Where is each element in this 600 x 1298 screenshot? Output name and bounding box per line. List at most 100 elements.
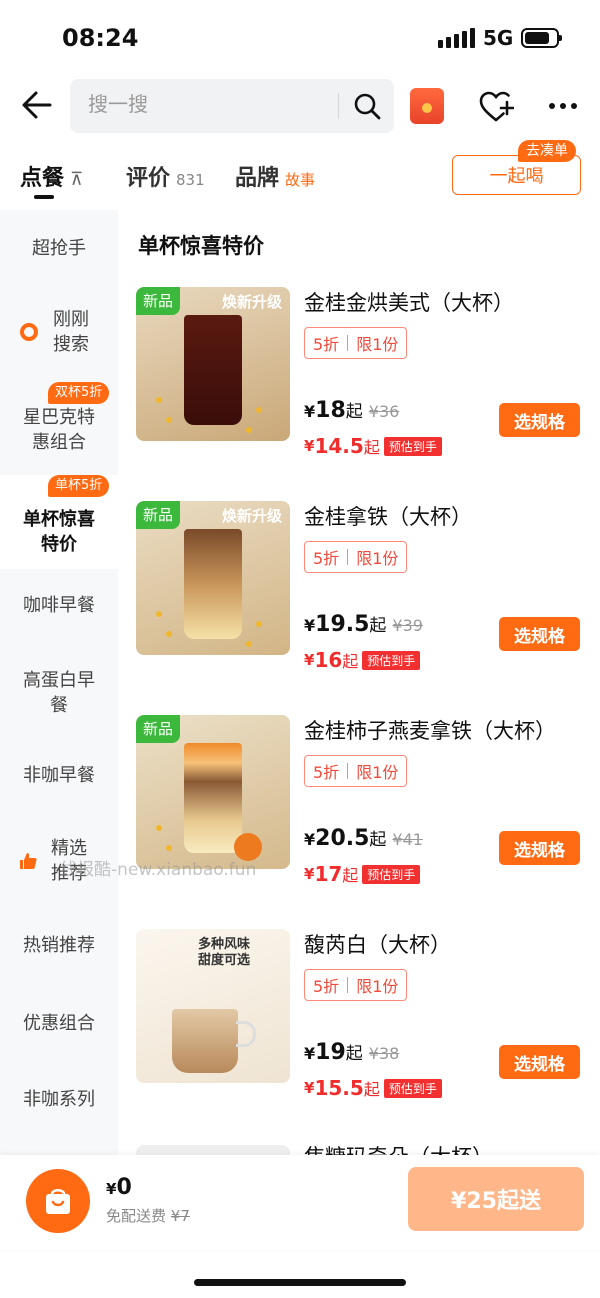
tab-reviews-label: 评价 xyxy=(126,166,171,191)
sidebar-item-combo[interactable]: 双杯5折 星巴克特 惠组合 xyxy=(0,382,118,470)
sidebar-item-noncoffee-breakfast[interactable]: 非咖早餐 xyxy=(0,740,118,810)
favorite-add-icon[interactable] xyxy=(478,90,514,124)
sidebar-item-noncoffee[interactable]: 非咖系列 xyxy=(0,1064,118,1134)
more-icon[interactable] xyxy=(548,98,578,114)
sidebar-item-label: 非咖系列 xyxy=(23,1088,95,1110)
recent-search-icon xyxy=(20,323,38,341)
tab-brand-label: 品牌 xyxy=(235,166,280,191)
product-image[interactable]: 多种风味 甜度可选 xyxy=(136,929,290,1083)
select-spec-button[interactable]: 选规格 xyxy=(499,617,580,651)
estimated-tag: 预估到手 xyxy=(362,650,421,670)
discount-tag: 5折 限1份 xyxy=(304,327,408,359)
checkout-button[interactable]: ¥25起送 xyxy=(408,1167,584,1231)
sidebar-item-hot[interactable]: 超抢手 xyxy=(0,210,118,286)
product-price: ¥18起 ¥36 xyxy=(304,398,400,423)
sidebar-item-label: 优惠组合 xyxy=(23,1012,95,1034)
app-screen: 08:24 5G 点餐 ⊼ 评价 831 品牌 故事 xyxy=(0,0,600,1298)
sidebar-item-label: 咖啡早餐 xyxy=(23,594,95,616)
new-tag: 新品 xyxy=(136,287,181,315)
product-price: ¥19.5起 ¥39 xyxy=(304,612,423,637)
product-name: 馥芮白（大杯） xyxy=(304,933,451,957)
product-price: ¥20.5起 ¥41 xyxy=(304,826,423,851)
estimated-price: ¥15.5 起预估到手 xyxy=(304,1076,442,1100)
product-name-partial: 焦糖玛奇朵（大杯） xyxy=(304,1141,493,1155)
sidebar-item-label: 非咖早餐 xyxy=(23,764,95,786)
drink-cup xyxy=(184,743,242,853)
battery-icon xyxy=(521,28,563,48)
product-name: 金桂拿铁（大杯） xyxy=(304,505,472,529)
sidebar-item-recent-search[interactable]: 刚刚 搜索 xyxy=(0,300,118,364)
sidebar-item-label: 单杯惊喜 特价 xyxy=(23,509,95,555)
sidebar-item-protein-breakfast[interactable]: 高蛋白早 餐 xyxy=(0,658,118,728)
tab-active-indicator xyxy=(34,195,54,199)
search-icon[interactable] xyxy=(353,92,381,120)
product-image[interactable]: 新品 焕新升级 xyxy=(136,501,290,655)
watermark: 线报酷-new.xianbao.fun xyxy=(60,860,257,880)
discount-tag: 5折 限1份 xyxy=(304,969,408,1001)
discount-label: 5折 xyxy=(313,763,340,782)
mug-graphic xyxy=(172,1009,238,1073)
limit-label: 限1份 xyxy=(356,335,399,354)
tab-order[interactable]: 点餐 ⊼ xyxy=(20,160,83,192)
status-indicators: 5G xyxy=(438,26,563,50)
select-spec-button[interactable]: 选规格 xyxy=(499,403,580,437)
network-type: 5G xyxy=(483,26,514,50)
sidebar-badge: 单杯5折 xyxy=(48,475,110,497)
upgrade-tag: 焕新升级 xyxy=(221,507,282,525)
category-sidebar: 超抢手 刚刚 搜索 双杯5折 星巴克特 惠组合 单杯5折 单杯惊喜 特价 咖啡早… xyxy=(0,210,118,1155)
upgrade-tag: 焕新升级 xyxy=(221,293,282,311)
sidebar-item-bestseller[interactable]: 热销推荐 xyxy=(0,910,118,980)
mug-handle xyxy=(236,1021,256,1047)
search-bar[interactable] xyxy=(70,79,394,133)
limit-label: 限1份 xyxy=(356,549,399,568)
original-price: ¥39 xyxy=(392,616,423,635)
sidebar-badge: 双杯5折 xyxy=(48,382,110,404)
sidebar-item-label: 刚刚 搜索 xyxy=(53,309,89,355)
tab-brand[interactable]: 品牌 故事 xyxy=(235,160,315,192)
product-card[interactable]: 新品 焕新升级 金桂金烘美式（大杯） 5折 限1份 ¥18起 ¥36 ¥14.5 起预… xyxy=(136,287,586,458)
sidebar-item-deals[interactable]: 优惠组合 xyxy=(0,988,118,1058)
thumbs-up-icon xyxy=(20,853,37,869)
discount-label: 5折 xyxy=(313,977,340,996)
group-order-tag: 去凑单 xyxy=(518,140,576,162)
sidebar-item-single-special[interactable]: 单杯5折 单杯惊喜 特价 xyxy=(0,475,118,569)
sidebar-item-label: 热销推荐 xyxy=(23,934,95,956)
signal-icon xyxy=(438,28,475,48)
product-image[interactable]: 新品 xyxy=(136,715,290,869)
sidebar-item-label: 超抢手 xyxy=(32,237,86,259)
discount-tag: 5折 限1份 xyxy=(304,755,408,787)
cart-total: ¥0 xyxy=(106,1175,132,1200)
brand-story-label: 故事 xyxy=(285,171,316,189)
reviews-count: 831 xyxy=(176,171,205,189)
pin-top-icon[interactable]: ⊼ xyxy=(70,169,83,190)
search-input[interactable] xyxy=(88,92,328,116)
product-card[interactable]: 新品 焕新升级 金桂拿铁（大杯） 5折 限1份 ¥19.5起 ¥39 ¥16 起预估到… xyxy=(136,501,586,672)
estimated-price: ¥17 起预估到手 xyxy=(304,862,421,886)
select-spec-button[interactable]: 选规格 xyxy=(499,831,580,865)
original-price: ¥41 xyxy=(392,830,423,849)
product-image[interactable]: 新品 焕新升级 xyxy=(136,287,290,441)
tab-reviews[interactable]: 评价 831 xyxy=(126,160,205,192)
red-packet-icon[interactable] xyxy=(410,88,444,124)
delivery-fee: 免配送费 ¥7 xyxy=(106,1207,190,1225)
limit-label: 限1份 xyxy=(356,977,399,996)
status-time: 08:24 xyxy=(62,24,139,52)
new-tag: 新品 xyxy=(136,715,181,743)
search-divider xyxy=(338,93,339,119)
original-price: ¥38 xyxy=(368,1044,400,1063)
product-price: ¥19起 ¥38 xyxy=(304,1040,400,1065)
product-name: 金桂金烘美式（大杯） xyxy=(304,291,514,315)
limit-label: 限1份 xyxy=(356,763,399,782)
cart-bar: ¥0 免配送费 ¥7 ¥25起送 xyxy=(0,1155,600,1250)
sidebar-item-coffee-breakfast[interactable]: 咖啡早餐 xyxy=(0,570,118,640)
select-spec-button[interactable]: 选规格 xyxy=(499,1045,580,1079)
shopping-bag-icon[interactable] xyxy=(26,1169,90,1233)
product-card[interactable]: 多种风味 甜度可选 馥芮白（大杯） 5折 限1份 ¥19起 ¥38 ¥15.5 起预估… xyxy=(136,929,586,1100)
original-price: ¥36 xyxy=(368,402,400,421)
sidebar-item-label: 星巴克特 惠组合 xyxy=(23,407,95,453)
tab-order-label: 点餐 xyxy=(20,166,65,191)
drink-cup xyxy=(184,315,242,425)
section-title: 单杯惊喜特价 xyxy=(138,234,264,258)
new-tag: 新品 xyxy=(136,501,181,529)
back-arrow-icon[interactable] xyxy=(20,88,54,122)
